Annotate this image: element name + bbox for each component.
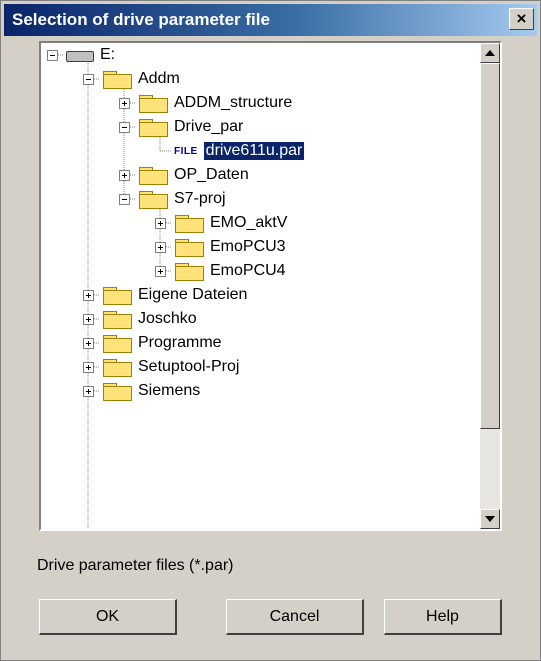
folder-icon (174, 262, 204, 281)
scroll-down-button[interactable] (480, 509, 500, 529)
tree-item[interactable]: FILE drive611u.par (155, 139, 306, 163)
tree-item-label: E: (100, 46, 116, 63)
folder-icon (102, 334, 132, 353)
tree-item-label: OP_Daten (174, 166, 249, 183)
collapse-toggle-icon[interactable] (119, 193, 130, 205)
help-button[interactable]: Help (384, 599, 502, 635)
expand-toggle-icon[interactable] (83, 385, 94, 397)
expand-toggle-icon[interactable] (83, 337, 94, 349)
tree-item[interactable]: Eigene Dateien (83, 283, 247, 307)
tree-item-label: S7-proj (174, 190, 226, 207)
tree-item[interactable]: Programme (83, 331, 222, 355)
tree-item-label: EmoPCU3 (210, 238, 286, 255)
arrow-down-icon (485, 516, 495, 522)
tree-content: E: Addm ADDM_structure Drive_par FILE drive6… (41, 43, 480, 529)
file-type-label: Drive parameter files (*.par) (37, 557, 234, 574)
expand-toggle-icon[interactable] (83, 361, 94, 373)
tree-item-label: Addm (138, 70, 180, 87)
tree-item-label: EmoPCU4 (210, 262, 286, 279)
arrow-up-icon (485, 50, 495, 56)
dialog-window: Selection of drive parameter file × E: A… (0, 0, 541, 661)
scroll-up-button[interactable] (480, 43, 500, 63)
tree-item[interactable]: EmoPCU4 (155, 259, 286, 283)
expand-toggle-icon[interactable] (155, 241, 166, 253)
expand-toggle-icon[interactable] (119, 97, 130, 109)
folder-icon (102, 286, 132, 305)
title-bar[interactable]: Selection of drive parameter file × (4, 4, 537, 36)
tree-item-label: Joschko (138, 310, 197, 327)
scrollbar-thumb[interactable] (480, 63, 500, 429)
window-title: Selection of drive parameter file (12, 10, 270, 29)
tree-item[interactable]: EMO_aktV (155, 211, 287, 235)
file-icon: FILE (174, 145, 198, 157)
tree-item[interactable]: Setuptool-Proj (83, 355, 239, 379)
collapse-toggle-icon[interactable] (119, 121, 130, 133)
folder-icon (102, 70, 132, 89)
folder-icon (102, 358, 132, 377)
tree-item-label: Programme (138, 334, 222, 351)
tree-item[interactable]: Siemens (83, 379, 200, 403)
tree-item[interactable]: OP_Daten (119, 163, 249, 187)
tree-item-label: drive611u.par (202, 141, 306, 161)
folder-icon (138, 190, 168, 209)
folder-icon (138, 166, 168, 185)
expand-toggle-icon[interactable] (119, 169, 130, 181)
expand-toggle-icon[interactable] (155, 217, 166, 229)
folder-icon (174, 238, 204, 257)
close-button[interactable]: × (509, 8, 534, 30)
collapse-toggle-icon[interactable] (83, 73, 94, 85)
tree-item[interactable]: Joschko (83, 307, 197, 331)
vertical-scrollbar[interactable] (480, 43, 500, 529)
ok-button[interactable]: OK (39, 599, 177, 635)
folder-icon (138, 118, 168, 137)
tree-item[interactable]: S7-proj (119, 187, 226, 211)
expand-toggle-icon[interactable] (155, 265, 166, 277)
folder-icon (138, 94, 168, 113)
folder-icon (102, 310, 132, 329)
tree-item-label: ADDM_structure (174, 94, 293, 111)
tree-item[interactable]: Addm (83, 67, 180, 91)
collapse-toggle-icon[interactable] (47, 49, 58, 61)
tree-item-label: Siemens (138, 382, 201, 399)
tree-item-label: Eigene Dateien (138, 286, 248, 303)
tree-item-root[interactable]: E: (47, 43, 115, 67)
tree-item[interactable]: ADDM_structure (119, 91, 292, 115)
tree-item-label: EMO_aktV (210, 214, 288, 231)
folder-icon (102, 382, 132, 401)
tree-item-label: Drive_par (174, 118, 244, 135)
tree-item-label: Setuptool-Proj (138, 358, 240, 375)
folder-icon (174, 214, 204, 233)
expand-toggle-icon[interactable] (83, 289, 94, 301)
expand-toggle-icon[interactable] (83, 313, 94, 325)
drive-icon (66, 49, 94, 62)
cancel-button[interactable]: Cancel (226, 599, 364, 635)
tree-item[interactable]: EmoPCU3 (155, 235, 286, 259)
folder-tree-view[interactable]: E: Addm ADDM_structure Drive_par FILE drive6… (39, 41, 502, 531)
tree-item[interactable]: Drive_par (119, 115, 243, 139)
